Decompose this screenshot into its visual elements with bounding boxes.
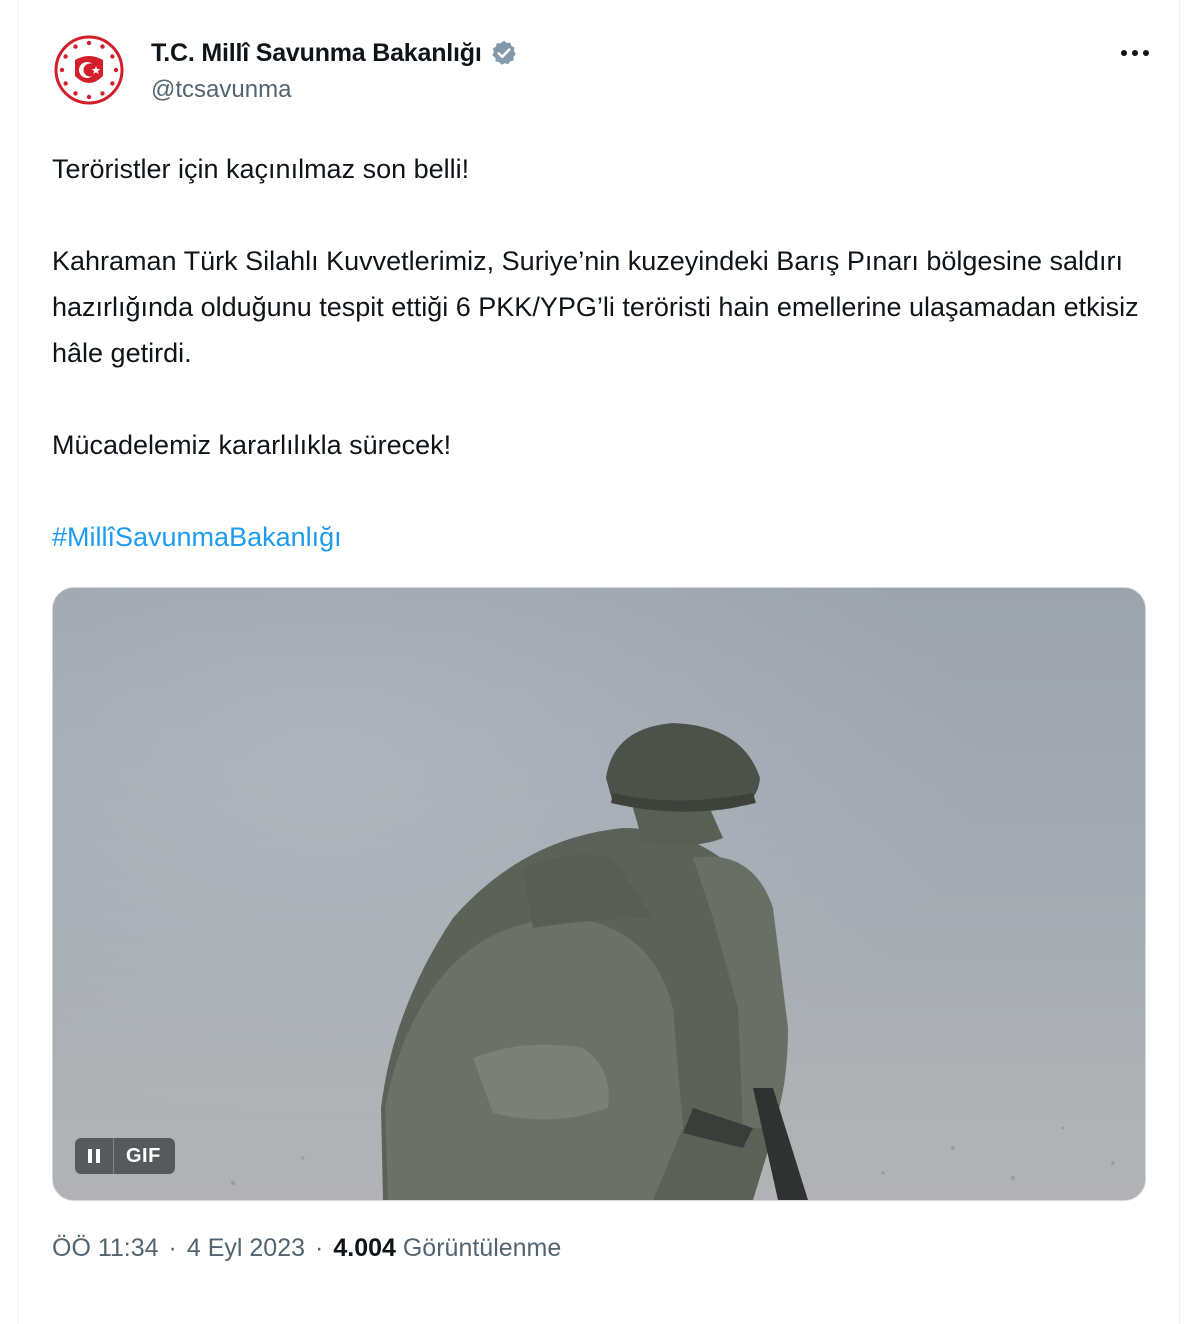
meta-separator: · (168, 1234, 177, 1262)
tweet-text: Teröristler için kaçınılmaz son belli! K… (52, 146, 1152, 560)
tweet-time[interactable]: ÖÖ 11:34 (52, 1234, 159, 1263)
ministry-emblem-icon[interactable] (53, 34, 125, 106)
gif-controls: GIF (75, 1138, 175, 1174)
hashtag-link[interactable]: #MillîSavunmaBakanlığı (52, 522, 342, 552)
more-icon[interactable] (1117, 38, 1153, 68)
views-count[interactable]: 4.004 (333, 1234, 396, 1262)
meta-separator: · (315, 1234, 324, 1262)
tweet-meta: ÖÖ 11:34 · 4 Eyl 2023 · 4.004 Görüntülen… (52, 1234, 561, 1263)
soldier-image (53, 588, 1145, 1200)
tweet-date[interactable]: 4 Eyl 2023 (187, 1234, 305, 1263)
display-name-row: T.C. Millî Savunma Bakanlığı (151, 36, 518, 70)
verified-badge-icon[interactable] (490, 39, 518, 67)
account-handle[interactable]: @tcsavunma (151, 76, 518, 104)
tweet-paragraph-1: Teröristler için kaçınılmaz son belli! (52, 154, 470, 184)
gif-label: GIF (126, 1144, 161, 1167)
tweet-paragraph-3: Mücadelemiz kararlılıkla sürecek! (52, 430, 452, 460)
tweet-paragraph-2: Kahraman Türk Silahlı Kuvvetlerimiz, Sur… (52, 246, 1139, 368)
account-names: T.C. Millî Savunma Bakanlığı @tcsavunma (151, 36, 518, 104)
gif-media[interactable]: GIF (52, 587, 1146, 1201)
tweet-card: T.C. Millî Savunma Bakanlığı @tcsavunma … (18, 0, 1180, 1324)
tweet-header: T.C. Millî Savunma Bakanlığı @tcsavunma (53, 34, 1153, 114)
views-label: Görüntülenme (402, 1234, 562, 1262)
pause-icon[interactable] (75, 1138, 114, 1174)
display-name[interactable]: T.C. Millî Savunma Bakanlığı (151, 39, 482, 68)
